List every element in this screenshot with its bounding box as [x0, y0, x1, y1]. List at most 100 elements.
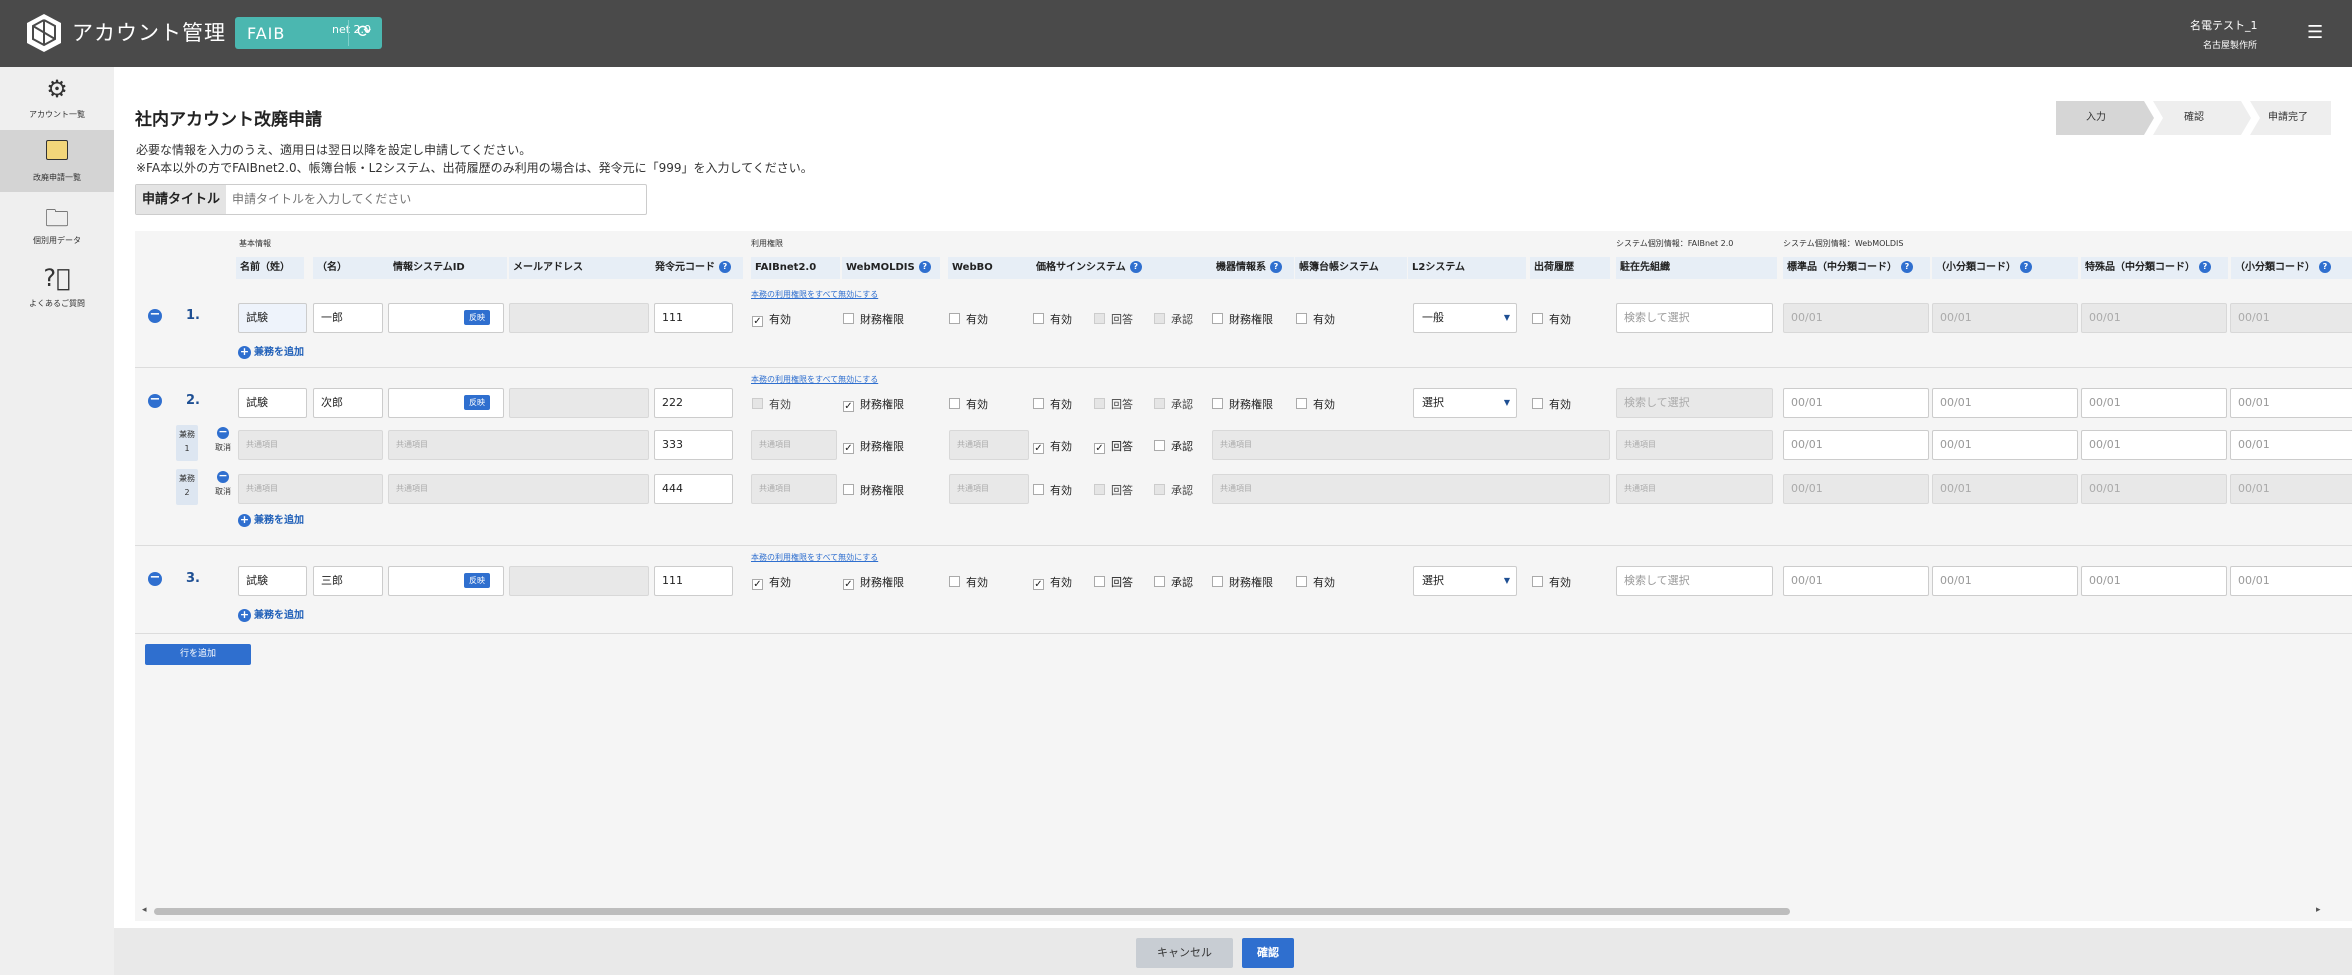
first-name-input[interactable]: 一郎 [313, 303, 383, 333]
std-small-input[interactable]: 00/01 [1932, 303, 2078, 333]
price-answer-checkbox[interactable]: ✓ 回答 [1094, 438, 1133, 454]
sp-small-input[interactable]: 00/01 [2230, 566, 2352, 596]
price-answer-checkbox[interactable]: 回答 [1094, 311, 1133, 327]
first-name-input[interactable]: 三郎 [313, 566, 383, 596]
price-answer-checkbox[interactable]: 回答 [1094, 396, 1133, 412]
remove-row-icon[interactable]: − [148, 571, 162, 586]
station-search-input[interactable]: 検索して選択 [1616, 566, 1773, 596]
webmoldis-finance-checkbox[interactable]: ✓ 財務権限 [843, 438, 904, 454]
remove-job-icon[interactable]: − [217, 470, 229, 483]
cancel-job-label[interactable]: 取消 [215, 486, 231, 497]
invalidate-all-link[interactable]: 本務の利用権限をすべて無効にする [751, 289, 878, 300]
last-name-input[interactable]: 試験 [238, 388, 307, 418]
std-small-input[interactable]: 00/01 [1932, 566, 2078, 596]
equipment-finance-checkbox[interactable]: 財務権限 [1212, 574, 1273, 590]
price-approve-checkbox[interactable]: 承認 [1154, 438, 1193, 454]
l2-system-select[interactable]: 一般 ▼ [1413, 303, 1517, 333]
faibnet-valid-checkbox[interactable]: ✓ 有効 [752, 574, 791, 590]
horizontal-scrollbar[interactable]: ◂ ▸ [140, 904, 2321, 918]
confirm-button[interactable]: 確認 [1242, 938, 1294, 968]
invalidate-all-link[interactable]: 本務の利用権限をすべて無効にする [751, 552, 878, 563]
dept-code-input[interactable]: 444 [654, 474, 733, 504]
help-icon[interactable]: ? [2319, 261, 2331, 273]
scroll-right-icon[interactable]: ▸ [2316, 905, 2321, 915]
faibnet-valid-checkbox[interactable]: ✓ 有効 [752, 311, 791, 327]
price-answer-checkbox[interactable]: 回答 [1094, 574, 1133, 590]
sidebar-item-account-list[interactable]: ⚙ アカウント一覧 [0, 67, 114, 129]
std-mid-input[interactable]: 00/01 [1783, 474, 1929, 504]
webbo-valid-checkbox[interactable]: 有効 [949, 396, 988, 412]
equipment-finance-checkbox[interactable]: 財務権限 [1212, 311, 1273, 327]
price-approve-checkbox[interactable]: 承認 [1154, 311, 1193, 327]
help-icon[interactable]: ? [2020, 261, 2032, 273]
request-title-input[interactable] [232, 189, 632, 209]
cancel-button[interactable]: キャンセル [1136, 938, 1233, 968]
scrollbar-thumb[interactable] [154, 908, 1790, 915]
help-icon[interactable]: ? [1901, 261, 1913, 273]
add-row-button[interactable]: 行を追加 [145, 644, 251, 665]
sp-small-input[interactable]: 00/01 [2230, 303, 2352, 333]
price-answer-checkbox[interactable]: 回答 [1094, 482, 1133, 498]
sp-mid-input[interactable]: 00/01 [2081, 430, 2227, 460]
station-search-input[interactable]: 検索して選択 [1616, 388, 1773, 418]
help-icon[interactable]: ? [2199, 261, 2211, 273]
help-icon[interactable]: ? [719, 261, 731, 273]
sp-small-input[interactable]: 00/01 [2230, 474, 2352, 504]
sp-small-input[interactable]: 00/01 [2230, 388, 2352, 418]
help-icon[interactable]: ? [1129, 261, 1142, 273]
invalidate-all-link[interactable]: 本務の利用権限をすべて無効にする [751, 374, 878, 385]
sp-small-input[interactable]: 00/01 [2230, 430, 2352, 460]
help-icon[interactable]: ? [918, 261, 931, 273]
faibnet-valid-checkbox[interactable]: 有効 [752, 396, 791, 412]
sp-mid-input[interactable]: 00/01 [2081, 303, 2227, 333]
webbo-valid-checkbox[interactable]: 有効 [949, 574, 988, 590]
help-icon[interactable]: ? [1270, 261, 1282, 273]
ledger-valid-checkbox[interactable]: 有効 [1296, 396, 1335, 412]
sp-mid-input[interactable]: 00/01 [2081, 566, 2227, 596]
remove-job-icon[interactable]: − [217, 426, 229, 439]
webmoldis-finance-checkbox[interactable]: 財務権限 [843, 311, 904, 327]
std-mid-input[interactable]: 00/01 [1783, 566, 1929, 596]
webbo-valid-checkbox[interactable]: 有効 [949, 311, 988, 327]
price-approve-checkbox[interactable]: 承認 [1154, 482, 1193, 498]
sidebar-item-change-requests[interactable]: 改廃申請一覧 [0, 130, 114, 192]
l2-system-select[interactable]: 選択 ▼ [1413, 388, 1517, 418]
std-mid-input[interactable]: 00/01 [1783, 430, 1929, 460]
dept-code-input[interactable]: 111 [654, 566, 733, 596]
last-name-input[interactable]: 試験 [238, 566, 307, 596]
sidebar-item-faq[interactable]: ?⃝ よくあるご質問 [0, 256, 114, 318]
last-name-input[interactable]: 試験 [238, 303, 307, 333]
add-job-button[interactable]: + 兼務を追加 [238, 606, 304, 622]
price-approve-checkbox[interactable]: 承認 [1154, 396, 1193, 412]
sp-mid-input[interactable]: 00/01 [2081, 388, 2227, 418]
std-mid-input[interactable]: 00/01 [1783, 303, 1929, 333]
price-approve-checkbox[interactable]: 承認 [1154, 574, 1193, 590]
sidebar-item-individual-data[interactable]: 🗀 個別用データ [0, 193, 114, 255]
first-name-input[interactable]: 次郎 [313, 388, 383, 418]
dept-code-input[interactable]: 111 [654, 303, 733, 333]
price-valid-checkbox[interactable]: 有効 [1033, 311, 1072, 327]
price-valid-checkbox[interactable]: ✓ 有効 [1033, 574, 1072, 590]
refresh-icon[interactable]: ⟳ [357, 22, 371, 42]
reflect-button[interactable]: 反映 [464, 310, 490, 325]
email-input[interactable] [509, 388, 649, 418]
std-small-input[interactable]: 00/01 [1932, 430, 2078, 460]
shipping-valid-checkbox[interactable]: 有効 [1532, 574, 1571, 590]
remove-row-icon[interactable]: − [148, 393, 162, 408]
faibnet-badge[interactable]: FAIB net 2.0 ⟳ [235, 17, 382, 49]
price-valid-checkbox[interactable]: 有効 [1033, 396, 1072, 412]
webmoldis-finance-checkbox[interactable]: ✓ 財務権限 [843, 574, 904, 590]
webmoldis-finance-checkbox[interactable]: 財務権限 [843, 482, 904, 498]
ledger-valid-checkbox[interactable]: 有効 [1296, 311, 1335, 327]
std-small-input[interactable]: 00/01 [1932, 474, 2078, 504]
reflect-button[interactable]: 反映 [464, 573, 490, 588]
shipping-valid-checkbox[interactable]: 有効 [1532, 311, 1571, 327]
cancel-job-label[interactable]: 取消 [215, 442, 231, 453]
sp-mid-input[interactable]: 00/01 [2081, 474, 2227, 504]
remove-row-icon[interactable]: − [148, 308, 162, 323]
add-job-button[interactable]: + 兼務を追加 [238, 511, 304, 527]
dept-code-input[interactable]: 333 [654, 430, 733, 460]
scroll-left-icon[interactable]: ◂ [142, 905, 147, 915]
price-valid-checkbox[interactable]: ✓ 有効 [1033, 438, 1072, 454]
price-valid-checkbox[interactable]: 有効 [1033, 482, 1072, 498]
